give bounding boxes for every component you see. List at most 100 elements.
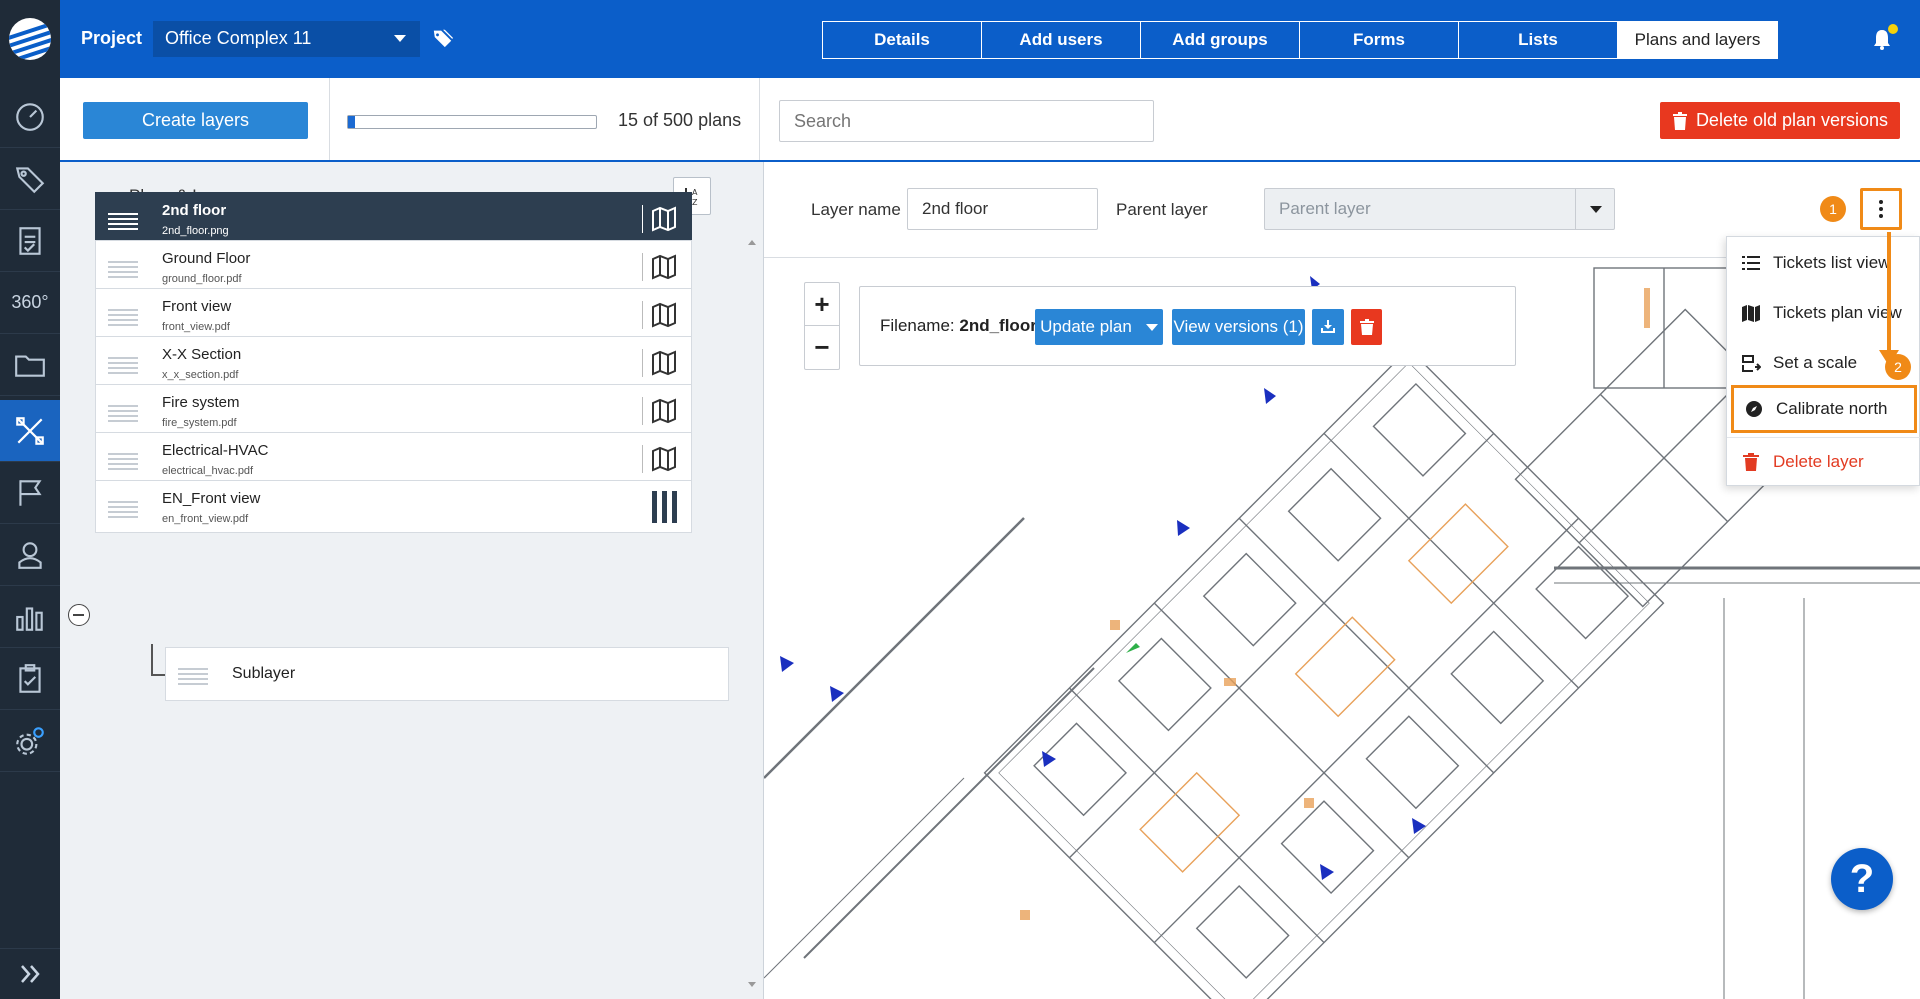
left-rail: 360°: [0, 0, 60, 999]
zoom-controls: + −: [804, 282, 840, 370]
rail-360-label: 360°: [11, 292, 49, 312]
plan-file: en_front_view.pdf: [162, 513, 249, 525]
rail-tags[interactable]: [0, 148, 60, 210]
plan-row-fire-system[interactable]: Fire system fire_system.pdf: [95, 384, 692, 437]
rail-clipboard[interactable]: [0, 648, 60, 710]
plan-name: Front view: [162, 298, 232, 315]
chevron-down-icon: [394, 35, 406, 42]
rail-forms[interactable]: [0, 210, 60, 272]
toolbar-divider: [329, 78, 330, 160]
plans-panel: Plans & Layers AZ 2nd floor 2nd_floor.pn…: [60, 162, 764, 999]
trash-icon: [1359, 319, 1374, 335]
plan-row-electrical-hvac[interactable]: Electrical-HVAC electrical_hvac.pdf: [95, 432, 692, 485]
plans-toolbar: Create layers 15 of 500 plans Delete old…: [60, 78, 1920, 162]
drag-handle-icon[interactable]: [108, 261, 138, 281]
drag-handle-icon[interactable]: [108, 405, 138, 425]
tab-details[interactable]: Details: [823, 22, 982, 58]
plan-file: front_view.pdf: [162, 321, 230, 333]
scroll-down-icon[interactable]: [748, 982, 756, 987]
plan-name: Fire system: [162, 394, 240, 411]
plan-name: 2nd floor: [162, 202, 227, 219]
flag-icon: [19, 479, 42, 506]
plan-row-en-front-view[interactable]: EN_Front view en_front_view.pdf: [95, 480, 692, 533]
plan-name: Electrical-HVAC: [162, 442, 269, 459]
map-icon[interactable]: [651, 398, 677, 424]
parent-layer-select[interactable]: Parent layer: [1264, 188, 1615, 230]
menu-delete-layer[interactable]: Delete layer: [1727, 437, 1920, 485]
dashboard-icon: [16, 102, 44, 131]
layer-menu-button[interactable]: [1860, 188, 1902, 230]
tab-lists[interactable]: Lists: [1459, 22, 1618, 58]
plan-file: x_x_section.pdf: [162, 369, 239, 381]
rail-360[interactable]: 360°: [0, 272, 60, 334]
view-versions-button[interactable]: View versions (1): [1172, 309, 1305, 345]
search-input[interactable]: [779, 100, 1154, 142]
drag-handle-icon[interactable]: [108, 357, 138, 377]
drag-handle-icon[interactable]: [108, 453, 138, 473]
download-icon: [1321, 320, 1335, 333]
drag-handle-icon[interactable]: [178, 668, 208, 688]
rail-plans[interactable]: [0, 400, 60, 462]
tab-forms[interactable]: Forms: [1300, 22, 1459, 58]
project-select[interactable]: Office Complex 11: [153, 21, 420, 57]
map-icon[interactable]: [651, 254, 677, 280]
create-layers-button[interactable]: Create layers: [83, 102, 308, 139]
update-plan-button[interactable]: Update plan: [1035, 309, 1163, 345]
rail-flag[interactable]: [0, 462, 60, 524]
plan-name: EN_Front view: [162, 490, 261, 507]
layer-name-input[interactable]: 2nd floor: [907, 188, 1098, 230]
plan-row-ground-floor[interactable]: Ground Floor ground_floor.pdf: [95, 240, 692, 293]
drag-handle-icon[interactable]: [108, 309, 138, 329]
folder-icon: [15, 354, 45, 377]
plan-name: X-X Section: [162, 346, 242, 363]
forms-icon: [19, 226, 41, 255]
rail-settings[interactable]: [0, 710, 60, 772]
drag-handle-icon[interactable]: [108, 213, 138, 233]
user-icon: [18, 541, 42, 569]
progress-fill: [348, 116, 356, 128]
scroll-up-icon[interactable]: [748, 240, 756, 245]
delete-plan-button[interactable]: [1351, 309, 1382, 345]
delete-old-versions-label: Delete old plan versions: [1695, 110, 1889, 130]
notification-bell-icon[interactable]: [1872, 24, 1898, 55]
delete-old-versions-button[interactable]: Delete old plan versions: [1660, 102, 1900, 139]
tab-add-users[interactable]: Add users: [982, 22, 1141, 58]
tag-icon[interactable]: [432, 27, 454, 54]
collapse-icon[interactable]: [68, 604, 90, 626]
plan-row-front-view[interactable]: Front view front_view.pdf: [95, 288, 692, 341]
tab-add-groups[interactable]: Add groups: [1141, 22, 1300, 58]
layer-name-label: Layer name: [811, 200, 901, 219]
tab-plans-and-layers[interactable]: Plans and layers: [1618, 22, 1777, 58]
plans-icon: [16, 416, 44, 445]
drag-handle-icon[interactable]: [108, 501, 138, 521]
svg-text:A: A: [692, 188, 698, 197]
help-button[interactable]: ?: [1831, 848, 1893, 910]
menu-tickets-plan-view[interactable]: Tickets plan view: [1727, 289, 1920, 337]
map-icon[interactable]: [651, 350, 677, 376]
layers-group-icon[interactable]: [652, 491, 677, 523]
zoom-in-button[interactable]: +: [805, 283, 839, 326]
compass-icon: [1746, 401, 1762, 417]
plan-row-x-x-section[interactable]: X-X Section x_x_section.pdf: [95, 336, 692, 389]
download-button[interactable]: [1312, 309, 1344, 345]
sublayer-row[interactable]: Sublayer: [165, 647, 729, 701]
rail-expand-button[interactable]: [0, 948, 60, 999]
menu-item-label: Delete layer: [1773, 451, 1864, 471]
plan-row-2nd-floor[interactable]: 2nd floor 2nd_floor.png: [95, 192, 692, 245]
zoom-out-button[interactable]: −: [805, 326, 839, 369]
svg-text:Z: Z: [692, 198, 698, 207]
menu-item-label: Tickets plan view: [1773, 303, 1902, 322]
map-icon[interactable]: [651, 206, 677, 232]
rail-stats[interactable]: [0, 586, 60, 648]
scale-icon: [1742, 355, 1761, 372]
menu-calibrate-north[interactable]: Calibrate north: [1731, 385, 1917, 433]
rail-dashboard[interactable]: [0, 86, 60, 148]
filename-label: Filename:: [880, 316, 955, 335]
map-icon[interactable]: [651, 446, 677, 472]
rail-folder[interactable]: [0, 334, 60, 396]
app-logo[interactable]: [0, 0, 60, 78]
map-icon[interactable]: [651, 302, 677, 328]
rail-users[interactable]: [0, 524, 60, 586]
file-info-box: Filename: 2nd_floor.png Update plan View…: [859, 286, 1516, 366]
menu-tickets-list-view[interactable]: Tickets list view: [1727, 239, 1920, 287]
